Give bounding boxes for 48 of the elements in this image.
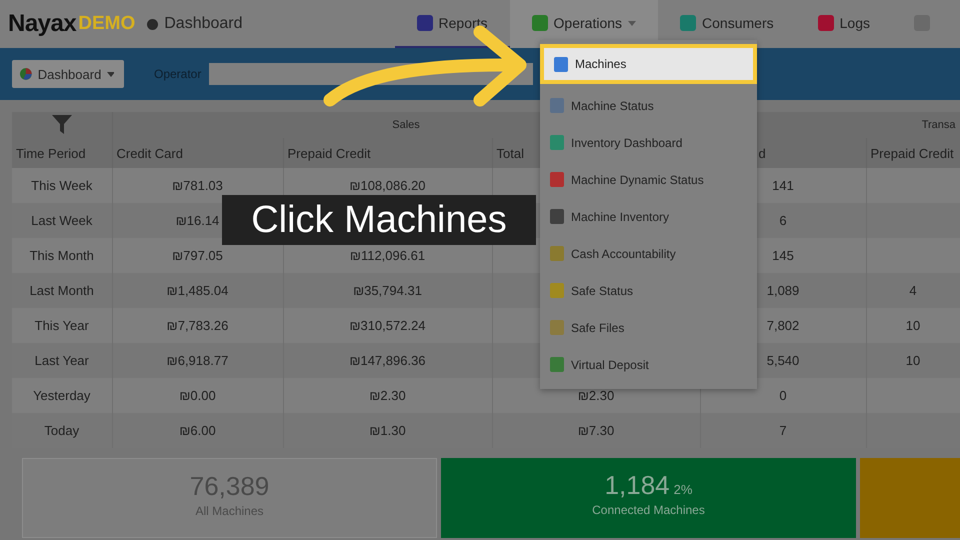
tab-icon bbox=[532, 15, 548, 31]
filter-icon[interactable] bbox=[50, 112, 73, 134]
table-cell: 10 bbox=[866, 343, 960, 378]
logo-suffix: DEMO bbox=[78, 13, 136, 35]
column-header: Prepaid Credit bbox=[283, 138, 492, 168]
pie-chart-icon bbox=[20, 67, 32, 81]
table-cell: This Week bbox=[12, 168, 112, 203]
table-cell: Yesterday bbox=[12, 378, 112, 413]
table-cell: ₪310,572.24 bbox=[283, 308, 492, 343]
tab-icon bbox=[680, 15, 696, 31]
table-cell: 4 bbox=[866, 273, 960, 308]
column-header: Time Period bbox=[12, 138, 112, 168]
table-cell: ₪797.05 bbox=[112, 238, 283, 273]
menu-item[interactable]: Machines bbox=[540, 44, 757, 84]
table-cell: ₪147,896.36 bbox=[283, 343, 492, 378]
column-header: Credit Card bbox=[112, 138, 283, 168]
tab-icon bbox=[416, 15, 433, 31]
view-select[interactable]: Dashboard bbox=[12, 60, 124, 88]
table-cell: Today bbox=[12, 413, 112, 448]
table-cell: 10 bbox=[866, 308, 960, 343]
logo: Nayax bbox=[8, 10, 76, 38]
stat-percent: 2% bbox=[674, 482, 692, 497]
nav-tab[interactable]: Logs bbox=[796, 0, 892, 48]
dashboard-icon bbox=[147, 18, 158, 30]
stat-value: 1,184 bbox=[604, 470, 670, 500]
table-cell: ₪7,783.26 bbox=[112, 308, 283, 343]
table-cell: ₪6.00 bbox=[112, 413, 283, 448]
caret-icon bbox=[107, 72, 114, 76]
table-cell: ₪2.30 bbox=[283, 378, 492, 413]
table-cell: This Year bbox=[12, 308, 112, 343]
table-cell: 7 bbox=[700, 413, 866, 448]
table-cell: This Month bbox=[12, 238, 112, 273]
table-cell: ₪35,794.31 bbox=[283, 273, 492, 308]
table-cell: ₪0.00 bbox=[112, 378, 283, 413]
table-cell: ₪6,918.77 bbox=[112, 343, 283, 378]
stat-label: Connected Machines bbox=[592, 503, 705, 517]
table-cell: ₪781.03 bbox=[112, 168, 283, 203]
page-title: Dashboard bbox=[164, 15, 243, 33]
table-cell: ₪7.30 bbox=[492, 413, 700, 448]
table-cell: ₪1,485.04 bbox=[112, 273, 283, 308]
table-cell: Last Year bbox=[12, 343, 112, 378]
caret-icon bbox=[628, 20, 636, 26]
column-header: Prepaid Credit bbox=[866, 138, 960, 168]
table-cell: Last Month bbox=[12, 273, 112, 308]
tab-icon bbox=[818, 15, 834, 31]
table-cell: Last Week bbox=[12, 203, 112, 238]
caption: Click Machines bbox=[222, 195, 536, 245]
table-cell: ₪1.30 bbox=[283, 413, 492, 448]
